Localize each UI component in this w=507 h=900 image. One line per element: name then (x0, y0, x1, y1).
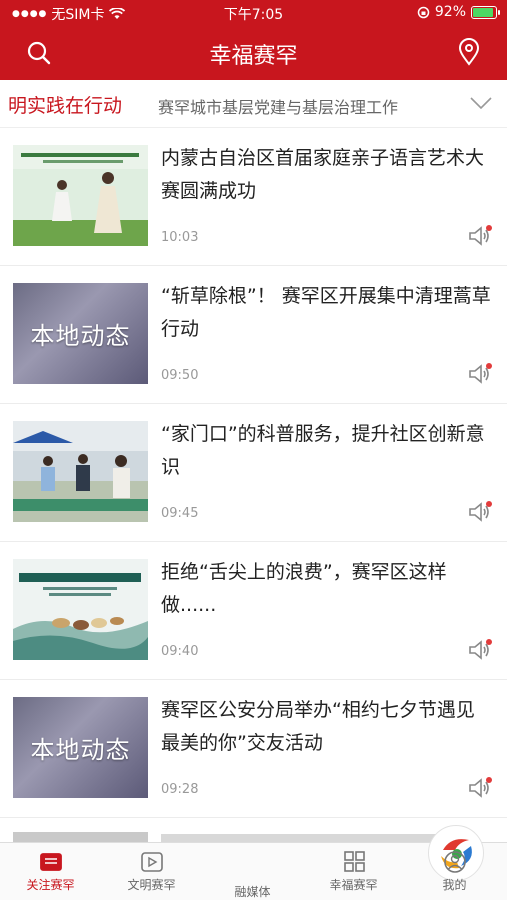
news-thumbnail-outdoor-photo[interactable] (13, 421, 148, 522)
play-icon (140, 852, 163, 872)
tab-wenming[interactable]: 文明赛罕 (101, 843, 202, 900)
thumbnail-text: 本地动态 (30, 736, 131, 764)
topic-ticker[interactable]: 明实践在行动 赛罕城市基层党建与基层治理工作 (0, 80, 507, 128)
news-thumbnail-local[interactable]: 本地动态 (13, 697, 148, 798)
news-time: 09:40 (161, 644, 199, 659)
news-time: 09:45 (161, 506, 199, 521)
audio-speaker-icon[interactable] (467, 776, 493, 800)
news-time: 09:50 (161, 368, 199, 383)
tab-wode[interactable]: 我的 (404, 843, 505, 900)
news-item[interactable]: 拒绝“舌尖上的浪费”，赛罕区这样做...... 09:40 (0, 542, 507, 680)
tab-rongmeiti[interactable]: 融媒体 (202, 825, 484, 900)
news-thumbnail-stage-photo[interactable] (13, 145, 148, 246)
tab-label: 关注赛罕 (26, 878, 75, 892)
news-time: 10:03 (161, 230, 199, 245)
chevron-down-icon[interactable] (469, 95, 493, 111)
ticker-topic-label[interactable]: 赛罕城市基层党建与基层治理工作 (158, 94, 450, 118)
news-list: 内蒙古自治区首届家庭亲子语言艺术大赛圆满成功 10:03 本地动态 “斩草除根”… (0, 128, 507, 818)
tab-xingfu[interactable]: 幸福赛罕 (303, 843, 404, 900)
news-title[interactable]: 赛罕区公安分局举办“相约七夕节遇见最美的你”交友活动 (161, 694, 491, 760)
news-icon (39, 853, 62, 871)
news-time: 09:28 (161, 782, 199, 797)
news-title[interactable]: “斩草除根”！ 赛罕区开展集中清理蒿草行动 (161, 280, 491, 346)
tab-bar: 关注赛罕 文明赛罕 融媒体 幸福赛罕 我的 (0, 825, 507, 900)
tab-label: 幸福赛罕 (329, 878, 378, 892)
tab-guanzhu[interactable]: 关注赛罕 (0, 843, 101, 900)
news-title[interactable]: “家门口”的科普服务，提升社区创新意识 (161, 418, 491, 484)
audio-speaker-icon[interactable] (467, 224, 493, 248)
news-item[interactable]: 内蒙古自治区首届家庭亲子语言艺术大赛圆满成功 10:03 (0, 128, 507, 266)
grid-icon (343, 851, 365, 872)
news-item[interactable]: 本地动态 赛罕区公安分局举办“相约七夕节遇见最美的你”交友活动 09:28 (0, 680, 507, 818)
tab-label: 我的 (442, 878, 467, 892)
tab-label: 文明赛罕 (127, 878, 176, 892)
news-item[interactable]: “家门口”的科普服务，提升社区创新意识 09:45 (0, 404, 507, 542)
rotation-lock-icon (417, 6, 430, 18)
news-thumbnail-poster[interactable] (13, 559, 148, 660)
news-title[interactable]: 内蒙古自治区首届家庭亲子语言艺术大赛圆满成功 (161, 142, 491, 208)
battery-icon (471, 5, 500, 19)
audio-speaker-icon[interactable] (467, 638, 493, 662)
page-title: 幸福赛罕 (209, 44, 298, 69)
user-icon (443, 851, 466, 873)
location-pin-icon[interactable] (457, 38, 481, 66)
nav-bar: 幸福赛罕 (0, 26, 507, 80)
news-thumbnail-local[interactable]: 本地动态 (13, 283, 148, 384)
tab-label: 融媒体 (234, 885, 271, 899)
battery-fill (473, 7, 494, 17)
battery-percent: 92% (434, 4, 466, 20)
thumbnail-text: 本地动态 (30, 322, 131, 350)
news-item[interactable]: 本地动态 “斩草除根”！ 赛罕区开展集中清理蒿草行动 09:50 (0, 266, 507, 404)
audio-speaker-icon[interactable] (467, 362, 493, 386)
news-title[interactable]: 拒绝“舌尖上的浪费”，赛罕区这样做...... (161, 556, 491, 622)
status-right: 92% (417, 4, 500, 20)
audio-speaker-icon[interactable] (467, 500, 493, 524)
status-bar: ●●●● 无SIM卡 下午7:05 92% (0, 0, 507, 26)
ticker-hot-label[interactable]: 明实践在行动 (8, 91, 122, 118)
